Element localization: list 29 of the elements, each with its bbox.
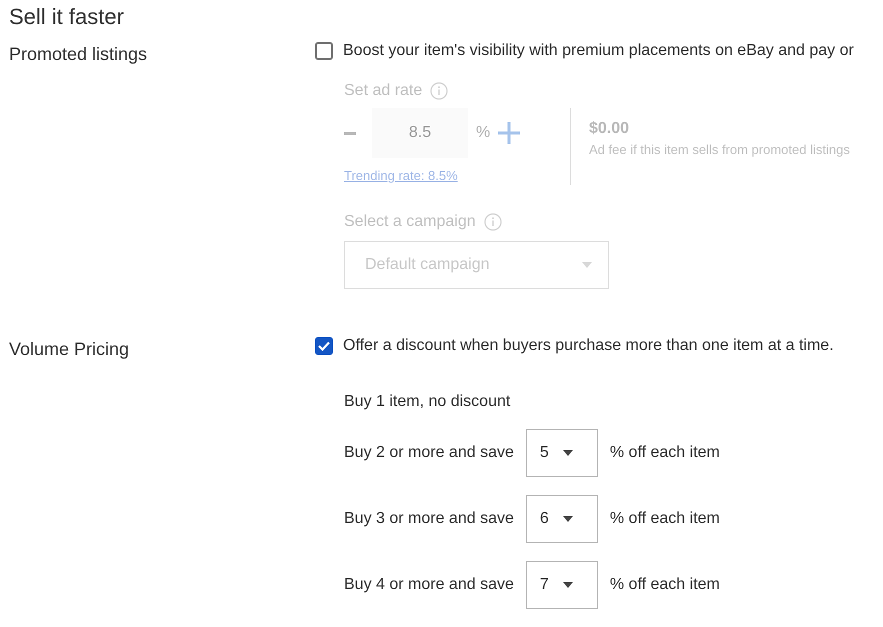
discount-dropdown[interactable]: 7 [526, 561, 598, 609]
caret-icon [562, 516, 573, 522]
section-label: Volume Pricing [9, 338, 130, 361]
tier-label: Buy 4 or more and save [344, 576, 514, 594]
section-label: Promoted listings [9, 43, 148, 66]
tier-suffix: % off each item [610, 444, 720, 462]
plus-icon [498, 122, 520, 144]
checkbox[interactable] [315, 337, 333, 355]
info-icon [430, 82, 448, 100]
tier-suffix: % off each item [610, 510, 720, 528]
caret-icon [582, 262, 592, 268]
caret-icon [562, 582, 573, 588]
discount-dropdown[interactable]: 5 [526, 429, 598, 477]
section-heading: Sell it faster [9, 4, 125, 30]
tier-suffix: % off each item [610, 576, 720, 594]
tier-text: Buy 1 item, no discount [344, 393, 512, 411]
info-icon [484, 213, 502, 231]
tier-label: Buy 2 or more and save [344, 444, 514, 462]
discount-dropdown[interactable]: 6 [526, 495, 598, 543]
percent-sign: % [476, 124, 490, 142]
option-description: Offer a discount when buyers purchase more than one item at a time. [343, 337, 834, 355]
fee-amount: $0.00 [589, 120, 630, 138]
tier-label: Buy 3 or more and save [344, 510, 514, 528]
field-label: Set ad rate [344, 82, 422, 100]
caret-icon [562, 450, 573, 456]
fee-note: Ad fee if this item sells from promoted listings [589, 142, 850, 157]
option-description: Boost your item's visibility with premium placements on eBay and pay or [343, 42, 854, 60]
field-label: Select a campaign [344, 213, 476, 231]
checkbox[interactable] [315, 42, 333, 60]
